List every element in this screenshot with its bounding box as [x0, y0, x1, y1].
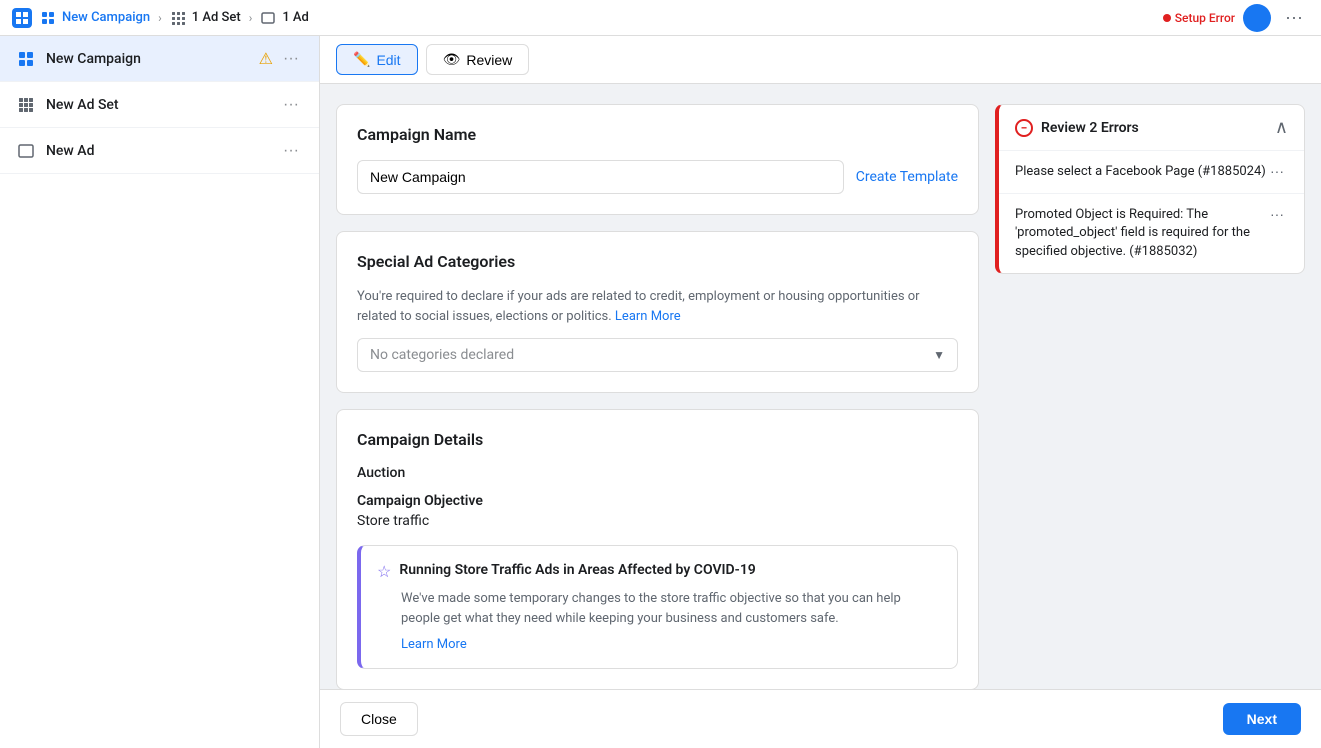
tab-edit-label: Edit	[376, 52, 400, 68]
close-button[interactable]: Close	[340, 702, 418, 736]
content-tabs: ✏️ Edit 👁 Review	[320, 36, 1321, 84]
adset-icon	[16, 95, 36, 115]
breadcrumb-adset[interactable]: 1 Ad Set	[170, 10, 241, 26]
app-icon	[12, 8, 32, 28]
sidebar-ad-label: New Ad	[46, 143, 279, 159]
errors-panel: − Review 2 Errors ∧ Please select a Face…	[995, 104, 1305, 669]
objective-value: Store traffic	[357, 513, 958, 529]
error-2-more-button[interactable]: ···	[1266, 206, 1288, 222]
notice-title: Running Store Traffic Ads in Areas Affec…	[399, 562, 755, 578]
errors-header: − Review 2 Errors ∧	[999, 105, 1304, 151]
sidebar: New Campaign ⚠ ··· New Ad Set ··· New Ad…	[0, 36, 320, 748]
avatar	[1243, 4, 1271, 32]
errors-card: − Review 2 Errors ∧ Please select a Face…	[995, 104, 1305, 274]
edit-icon: ✏️	[353, 51, 370, 68]
categories-dropdown[interactable]: No categories declared ▼	[357, 338, 958, 372]
sidebar-ad-more[interactable]: ···	[279, 138, 303, 164]
errors-title-row: − Review 2 Errors	[1015, 119, 1139, 137]
content-area: ✏️ Edit 👁 Review Campaign Name Create Te…	[320, 36, 1321, 748]
tab-review-label: Review	[466, 52, 512, 68]
campaign-details-title: Campaign Details	[357, 430, 958, 449]
topbar-more-button[interactable]: ···	[1279, 5, 1309, 30]
campaign-details-card: Campaign Details Auction Campaign Object…	[336, 409, 979, 689]
campaign-icon	[16, 49, 36, 69]
buying-type-value: Auction	[357, 465, 958, 481]
error-dot	[1163, 14, 1171, 22]
chevron-down-icon: ▼	[933, 348, 945, 362]
notice-learn-more[interactable]: Learn More	[401, 637, 467, 652]
notice-body: We've made some temporary changes to the…	[401, 589, 941, 628]
special-ad-card: Special Ad Categories You're required to…	[336, 231, 979, 393]
sidebar-campaign-label: New Campaign	[46, 51, 259, 67]
campaign-name-input[interactable]	[357, 160, 844, 194]
top-bar-right: Setup Error ···	[1163, 4, 1309, 32]
error-item-2: Promoted Object is Required: The 'promot…	[999, 194, 1304, 273]
campaign-name-title: Campaign Name	[357, 125, 958, 144]
error-1-more-button[interactable]: ···	[1266, 163, 1288, 179]
form-main: Campaign Name Create Template Special Ad…	[336, 104, 979, 669]
sidebar-item-adset[interactable]: New Ad Set ···	[0, 82, 319, 128]
campaign-name-card: Campaign Name Create Template	[336, 104, 979, 215]
setup-error-label: Setup Error	[1175, 11, 1235, 25]
next-button[interactable]: Next	[1223, 703, 1301, 735]
errors-title: Review 2 Errors	[1041, 120, 1139, 136]
tab-edit[interactable]: ✏️ Edit	[336, 44, 418, 75]
tab-review[interactable]: 👁 Review	[426, 44, 530, 75]
objective-label: Campaign Objective	[357, 493, 958, 509]
top-bar: New Campaign › 1 Ad Set › 1 Ad Setup Err…	[0, 0, 1321, 36]
bottom-bar: Close Next	[320, 689, 1321, 748]
review-icon: 👁	[443, 51, 461, 68]
breadcrumb-campaign[interactable]: New Campaign	[40, 10, 150, 26]
special-ad-title: Special Ad Categories	[357, 252, 958, 271]
adset-bc-icon	[170, 10, 186, 26]
error-circle-icon: −	[1015, 119, 1033, 137]
breadcrumb-ad[interactable]: 1 Ad	[260, 10, 309, 26]
special-ad-desc: You're required to declare if your ads a…	[357, 287, 958, 326]
setup-error-badge: Setup Error	[1163, 11, 1235, 25]
covid-notice: ☆ Running Store Traffic Ads in Areas Aff…	[357, 545, 958, 669]
ad-icon	[16, 141, 36, 161]
sidebar-campaign-more[interactable]: ···	[279, 46, 303, 72]
warning-icon-campaign: ⚠	[259, 49, 273, 68]
sidebar-adset-label: New Ad Set	[46, 97, 279, 113]
ad-bc-icon	[260, 10, 276, 26]
errors-collapse-button[interactable]: ∧	[1275, 117, 1288, 138]
error-item-1: Please select a Facebook Page (#1885024)…	[999, 151, 1304, 194]
special-ad-learn-more[interactable]: Learn More	[615, 309, 681, 324]
error-text-2: Promoted Object is Required: The 'promot…	[1015, 206, 1266, 261]
sidebar-item-campaign[interactable]: New Campaign ⚠ ···	[0, 36, 319, 82]
breadcrumb-campaign-label: New Campaign	[62, 10, 150, 25]
campaign-name-row: Create Template	[357, 160, 958, 194]
create-template-link[interactable]: Create Template	[856, 169, 958, 185]
sidebar-adset-more[interactable]: ···	[279, 92, 303, 118]
campaign-bc-icon	[40, 10, 56, 26]
breadcrumb-sep-1: ›	[158, 11, 162, 25]
error-text-1: Please select a Facebook Page (#1885024)	[1015, 163, 1266, 181]
content-scroll: Campaign Name Create Template Special Ad…	[320, 84, 1321, 689]
star-icon: ☆	[377, 562, 391, 581]
breadcrumb-sep-2: ›	[249, 11, 253, 25]
breadcrumb-adset-label: 1 Ad Set	[192, 10, 241, 25]
breadcrumb-ad-label: 1 Ad	[282, 10, 309, 25]
notice-header: ☆ Running Store Traffic Ads in Areas Aff…	[377, 562, 941, 581]
main-layout: New Campaign ⚠ ··· New Ad Set ··· New Ad…	[0, 36, 1321, 748]
categories-placeholder: No categories declared	[370, 347, 514, 363]
sidebar-item-ad[interactable]: New Ad ···	[0, 128, 319, 174]
